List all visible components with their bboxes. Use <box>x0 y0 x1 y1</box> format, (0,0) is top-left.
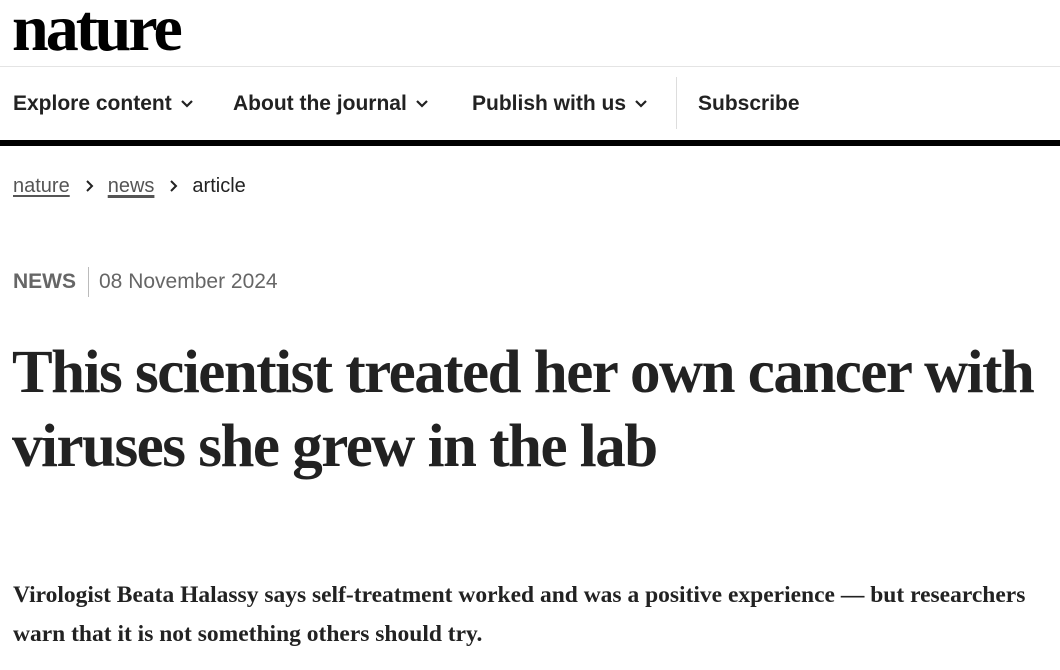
breadcrumb-nature[interactable]: nature <box>13 175 70 198</box>
chevron-down-icon <box>635 99 647 108</box>
site-header: nature <box>0 0 1060 67</box>
breadcrumb: nature news article <box>13 172 246 200</box>
nature-logo[interactable]: nature <box>12 0 183 62</box>
nav-item-label: About the journal <box>233 91 407 115</box>
chevron-right-icon <box>86 180 94 192</box>
nav-about-the-journal[interactable]: About the journal <box>233 67 429 140</box>
subscribe-label: Subscribe <box>698 91 800 115</box>
subscribe-link[interactable]: Subscribe <box>698 67 800 140</box>
article-type: NEWS <box>13 270 76 293</box>
chevron-down-icon <box>180 99 193 108</box>
nav-explore-content[interactable]: Explore content <box>13 67 194 140</box>
main-nav: Explore content About the journal Publis… <box>0 67 1060 146</box>
meta-divider <box>88 267 89 297</box>
article-standfirst: Virologist Beata Halassy says self-treat… <box>13 582 1026 647</box>
breadcrumb-news[interactable]: news <box>108 175 155 198</box>
article-title: This scientist treated her own cancer wi… <box>12 339 1035 480</box>
chevron-down-icon <box>416 99 428 108</box>
nav-publish-with-us[interactable]: Publish with us <box>472 67 648 140</box>
nav-divider <box>676 77 677 129</box>
chevron-right-icon <box>170 180 178 192</box>
nav-item-label: Explore content <box>13 91 172 115</box>
breadcrumb-article: article <box>192 174 246 197</box>
article-meta: NEWS 08 November 2024 <box>13 266 278 298</box>
article-date: 08 November 2024 <box>99 270 278 293</box>
nav-item-label: Publish with us <box>472 91 627 115</box>
